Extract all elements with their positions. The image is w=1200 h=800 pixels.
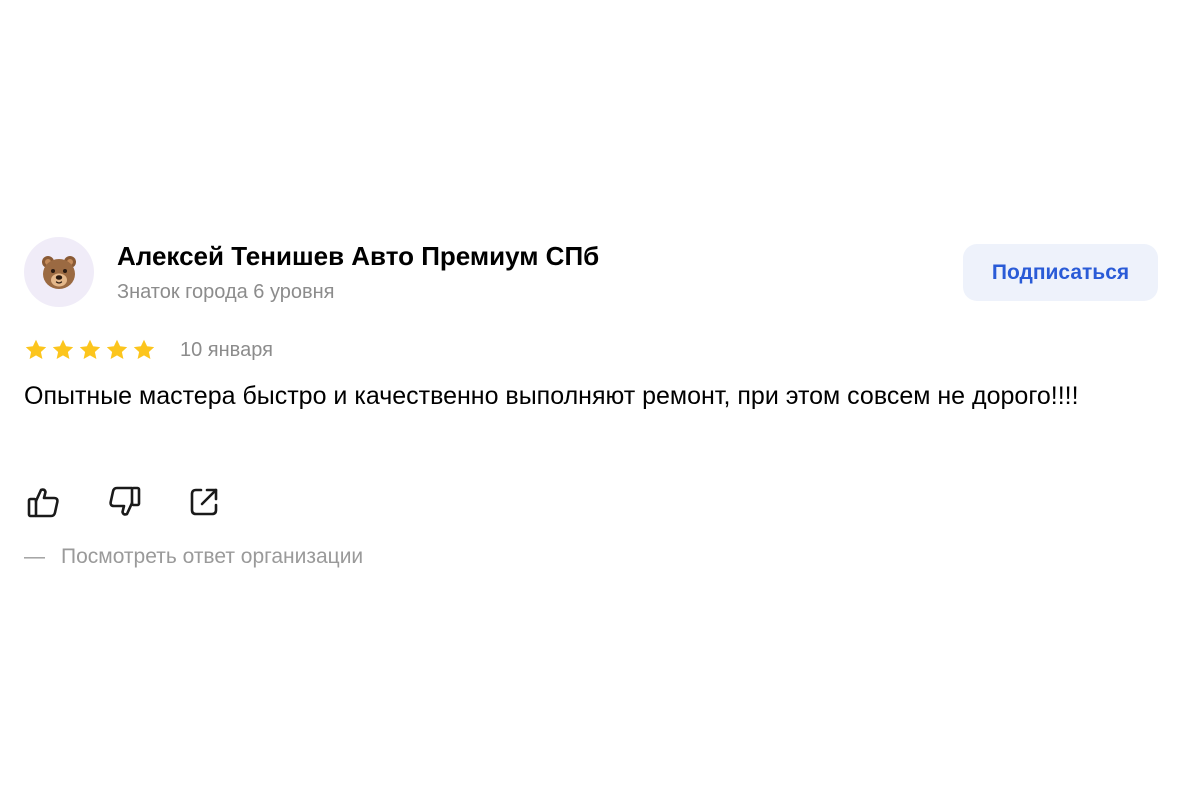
rating-stars bbox=[24, 338, 156, 362]
like-button[interactable] bbox=[24, 482, 64, 522]
avatar[interactable] bbox=[24, 237, 94, 307]
star-icon bbox=[106, 339, 128, 359]
thumbs-up-icon bbox=[27, 488, 59, 518]
star-icon bbox=[25, 339, 47, 359]
star-icon bbox=[133, 339, 155, 359]
author-name[interactable]: Алексей Тенишев Авто Премиум СПб bbox=[117, 241, 599, 271]
star-icon bbox=[52, 339, 74, 359]
thumbs-down-icon bbox=[109, 486, 141, 516]
review-date: 10 января bbox=[180, 338, 273, 361]
view-org-reply-link[interactable]: — Посмотреть ответ организации bbox=[24, 545, 363, 569]
reply-dash: — bbox=[24, 545, 45, 568]
review-header: Алексей Тенишев Авто Премиум СПб Знаток … bbox=[24, 237, 1158, 309]
review-meta: 10 января bbox=[24, 335, 273, 365]
org-reply-label: Посмотреть ответ организации bbox=[61, 545, 364, 568]
star-icon bbox=[79, 339, 101, 359]
share-icon bbox=[190, 488, 218, 516]
review-actions bbox=[24, 482, 264, 522]
review-card: Алексей Тенишев Авто Премиум СПб Знаток … bbox=[24, 237, 1158, 568]
review-text: Опытные мастера быстро и качественно вып… bbox=[24, 382, 1079, 410]
share-button[interactable] bbox=[184, 482, 224, 522]
dislike-button[interactable] bbox=[104, 482, 144, 522]
author-level: Знаток города 6 уровня bbox=[117, 281, 335, 303]
bear-face-icon bbox=[42, 256, 76, 289]
subscribe-button[interactable]: Подписаться bbox=[963, 244, 1158, 301]
